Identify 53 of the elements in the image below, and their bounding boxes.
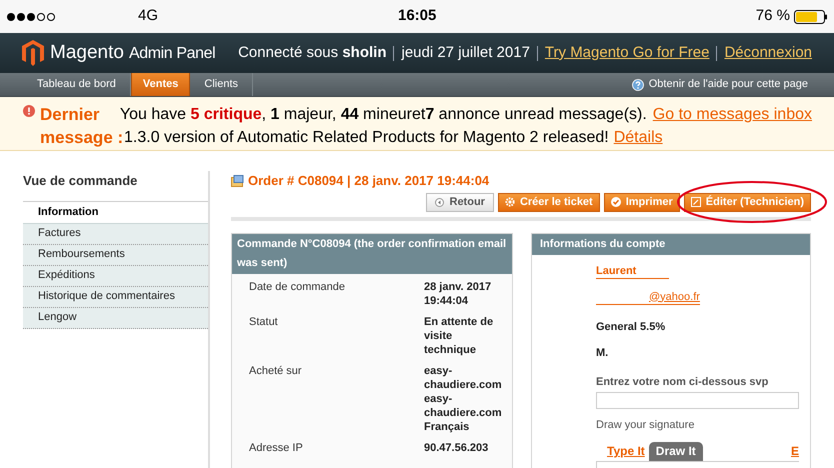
sidebar-item[interactable]: Information xyxy=(23,202,208,224)
field-value: En attente de visite technique xyxy=(424,314,494,356)
field-label: Adresse IP xyxy=(249,440,304,454)
current-date: jeudi 27 juillet 2017 xyxy=(401,42,530,63)
signature-tab[interactable]: Type It xyxy=(603,442,649,460)
check-icon xyxy=(610,197,621,207)
alert-icon xyxy=(23,105,35,117)
sidebar-item[interactable]: Remboursements xyxy=(23,244,208,266)
clock: 16:05 xyxy=(398,6,436,26)
field-label: Draw your signature xyxy=(596,418,696,433)
customer-prefix: M. xyxy=(596,346,610,361)
customer-group: General 5.5% xyxy=(596,318,810,335)
network-label: 4G xyxy=(138,6,158,26)
order-icon xyxy=(231,174,244,187)
inbox-link[interactable]: Go to messages inbox xyxy=(652,103,812,126)
customer-name-link[interactable]: Laurent xyxy=(596,264,669,278)
signal-icon xyxy=(6,12,58,22)
field-label: Entrez votre nom ci-dessous svp xyxy=(596,374,770,390)
signature-tab[interactable]: E xyxy=(786,442,799,460)
field-value: 28 janv. 2017 19:44:04 xyxy=(424,280,492,308)
back-icon xyxy=(434,198,444,206)
details-link[interactable]: Détails xyxy=(614,126,663,149)
sidebar-item[interactable]: Expéditions xyxy=(23,266,208,286)
logo-text: Magento xyxy=(50,40,124,65)
battery-icon xyxy=(794,10,828,24)
sidebar-item[interactable]: Lengow xyxy=(23,308,208,328)
logged-in-user: Connecté sous sholin xyxy=(238,42,386,63)
edit-icon xyxy=(690,197,701,207)
field-value: easy- chaudiere.com easy- chaudiere.com Français xyxy=(424,364,502,434)
logo-subtitle: Admin Panel xyxy=(128,44,216,64)
header-link[interactable]: Déconnexion xyxy=(724,42,812,64)
nav-tab[interactable]: Ventes xyxy=(130,73,190,96)
customer-email-link[interactable]: @yahoo.fr xyxy=(596,290,700,304)
header-link[interactable]: Try Magento Go for Free xyxy=(544,42,710,64)
help-icon xyxy=(632,78,644,90)
order-title: Order # C08094 | 28 janv. 2017 19:44:04 xyxy=(248,172,490,190)
signature-tab[interactable]: Draw It xyxy=(648,442,703,460)
field-label: Date de commande xyxy=(249,280,346,294)
nav-tab[interactable]: Clients xyxy=(190,73,253,96)
logo-icon xyxy=(22,40,44,66)
field-label: Statut xyxy=(249,314,279,330)
name-input[interactable] xyxy=(596,392,799,409)
field-value: 90.47.56.203 xyxy=(424,440,490,454)
help-link[interactable]: Obtenir de l'aide pour cette page xyxy=(632,73,808,96)
order-button[interactable]: Retour xyxy=(426,192,494,212)
field-label: Acheté sur xyxy=(249,364,303,378)
battery-percent: 76 % xyxy=(756,6,790,26)
sidebar-item[interactable]: Factures xyxy=(23,224,208,244)
gear-icon xyxy=(504,197,515,207)
panel-header: Informations du compte xyxy=(532,234,810,254)
panel-header: Commande N°C08094 (the order confirmation email was sent) xyxy=(232,234,512,274)
sidebar-item[interactable]: Historique de commentaires xyxy=(23,286,208,308)
notice-message: 1.3.0 version of Automatic Related Products for Magento 2 released! xyxy=(124,128,609,148)
